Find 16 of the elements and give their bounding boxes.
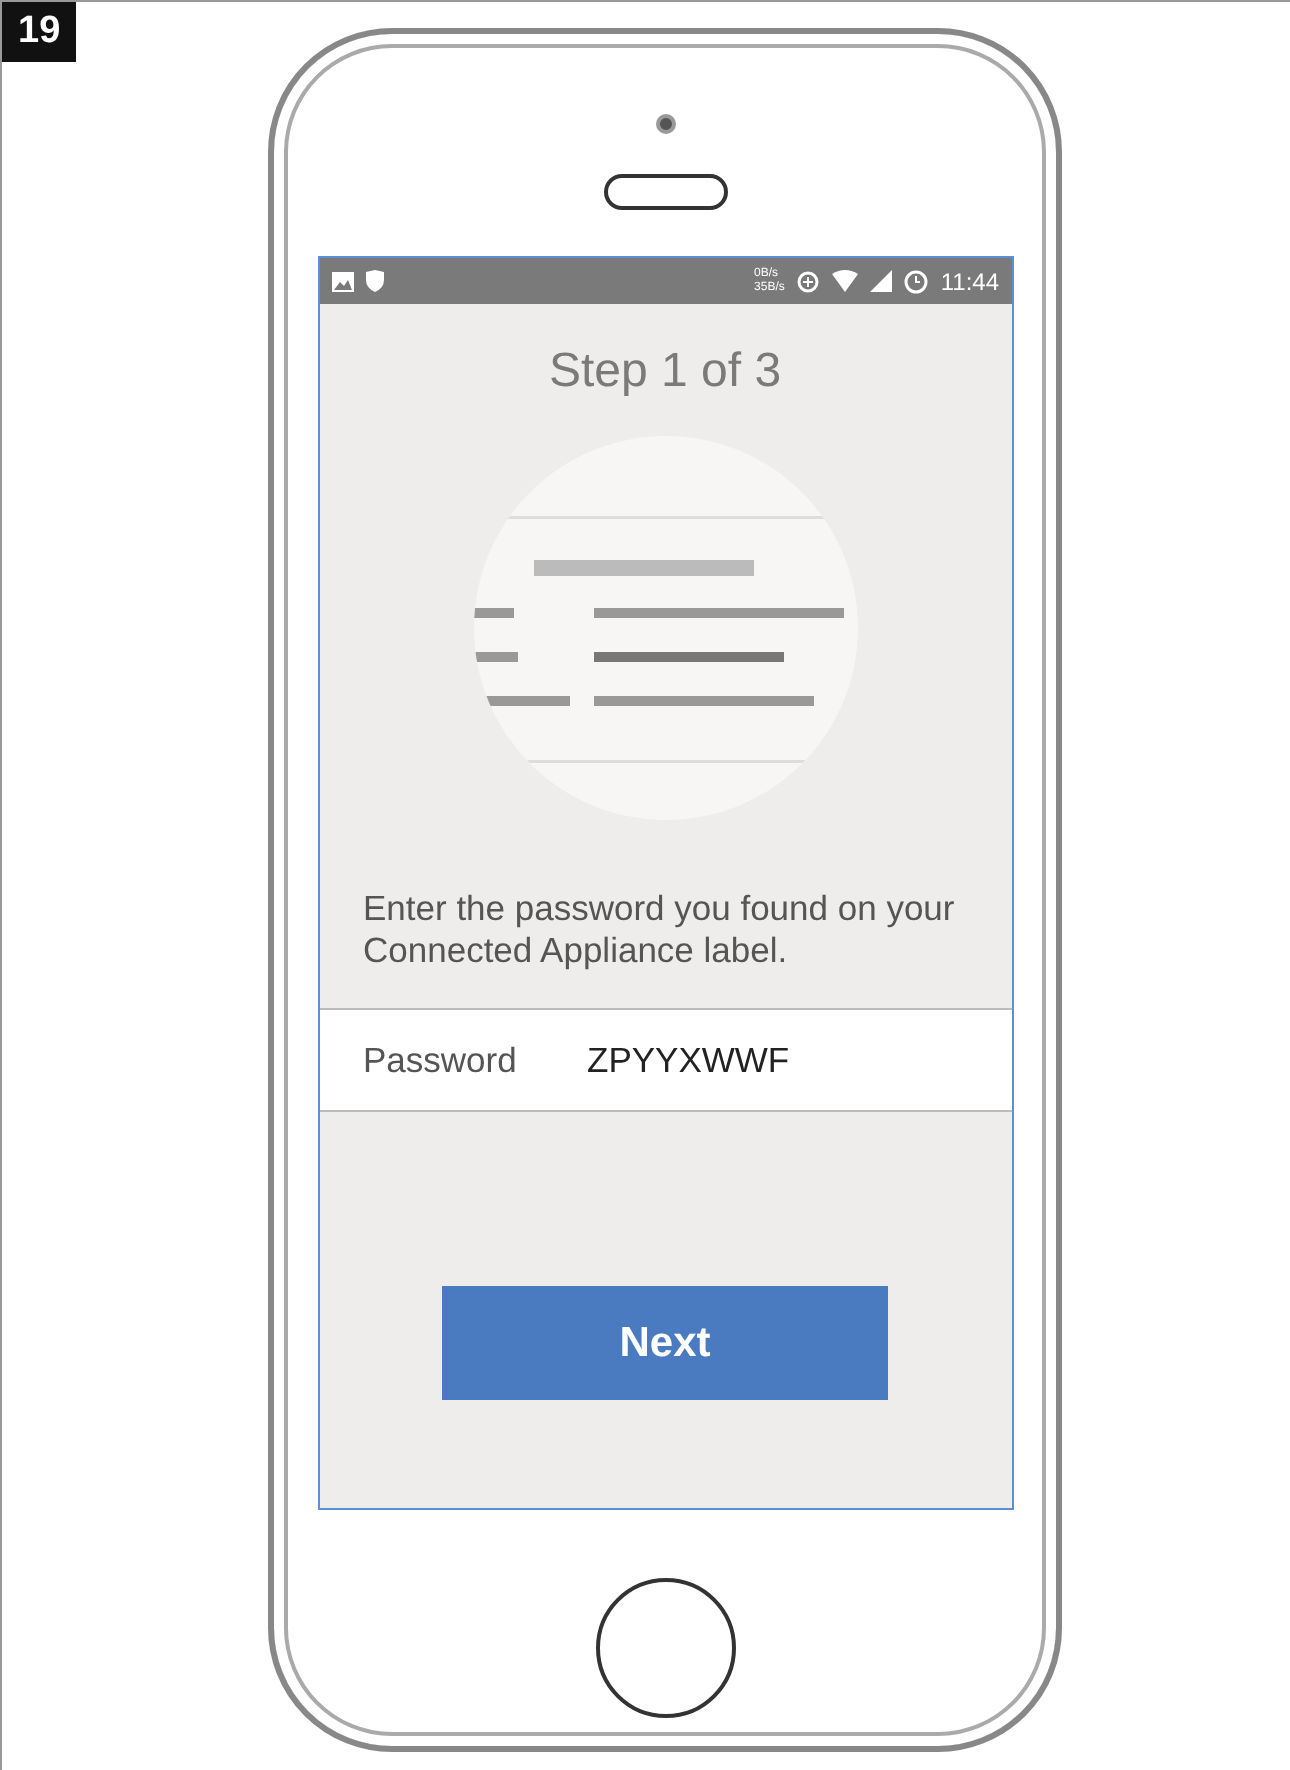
signal-icon (870, 270, 893, 292)
next-button[interactable]: Next (442, 1286, 888, 1400)
camera-icon (655, 114, 675, 134)
wifi-icon (832, 270, 859, 292)
step-title: Step 1 of 3 (546, 342, 784, 402)
figure-number: 19 (2, 2, 77, 62)
password-label: Password (363, 1037, 519, 1084)
clock-time: 11:44 (940, 265, 999, 299)
alarm-icon (904, 269, 929, 293)
data-saver-icon (796, 269, 821, 293)
image-icon (331, 271, 353, 291)
shield-icon (365, 270, 383, 292)
password-field[interactable]: ZPYYXWWF (587, 1033, 907, 1087)
instruction-text: Enter the password you found on your Connected Appliance label. (361, 888, 957, 972)
home-button[interactable] (595, 1578, 735, 1718)
speaker-slot (603, 174, 727, 210)
